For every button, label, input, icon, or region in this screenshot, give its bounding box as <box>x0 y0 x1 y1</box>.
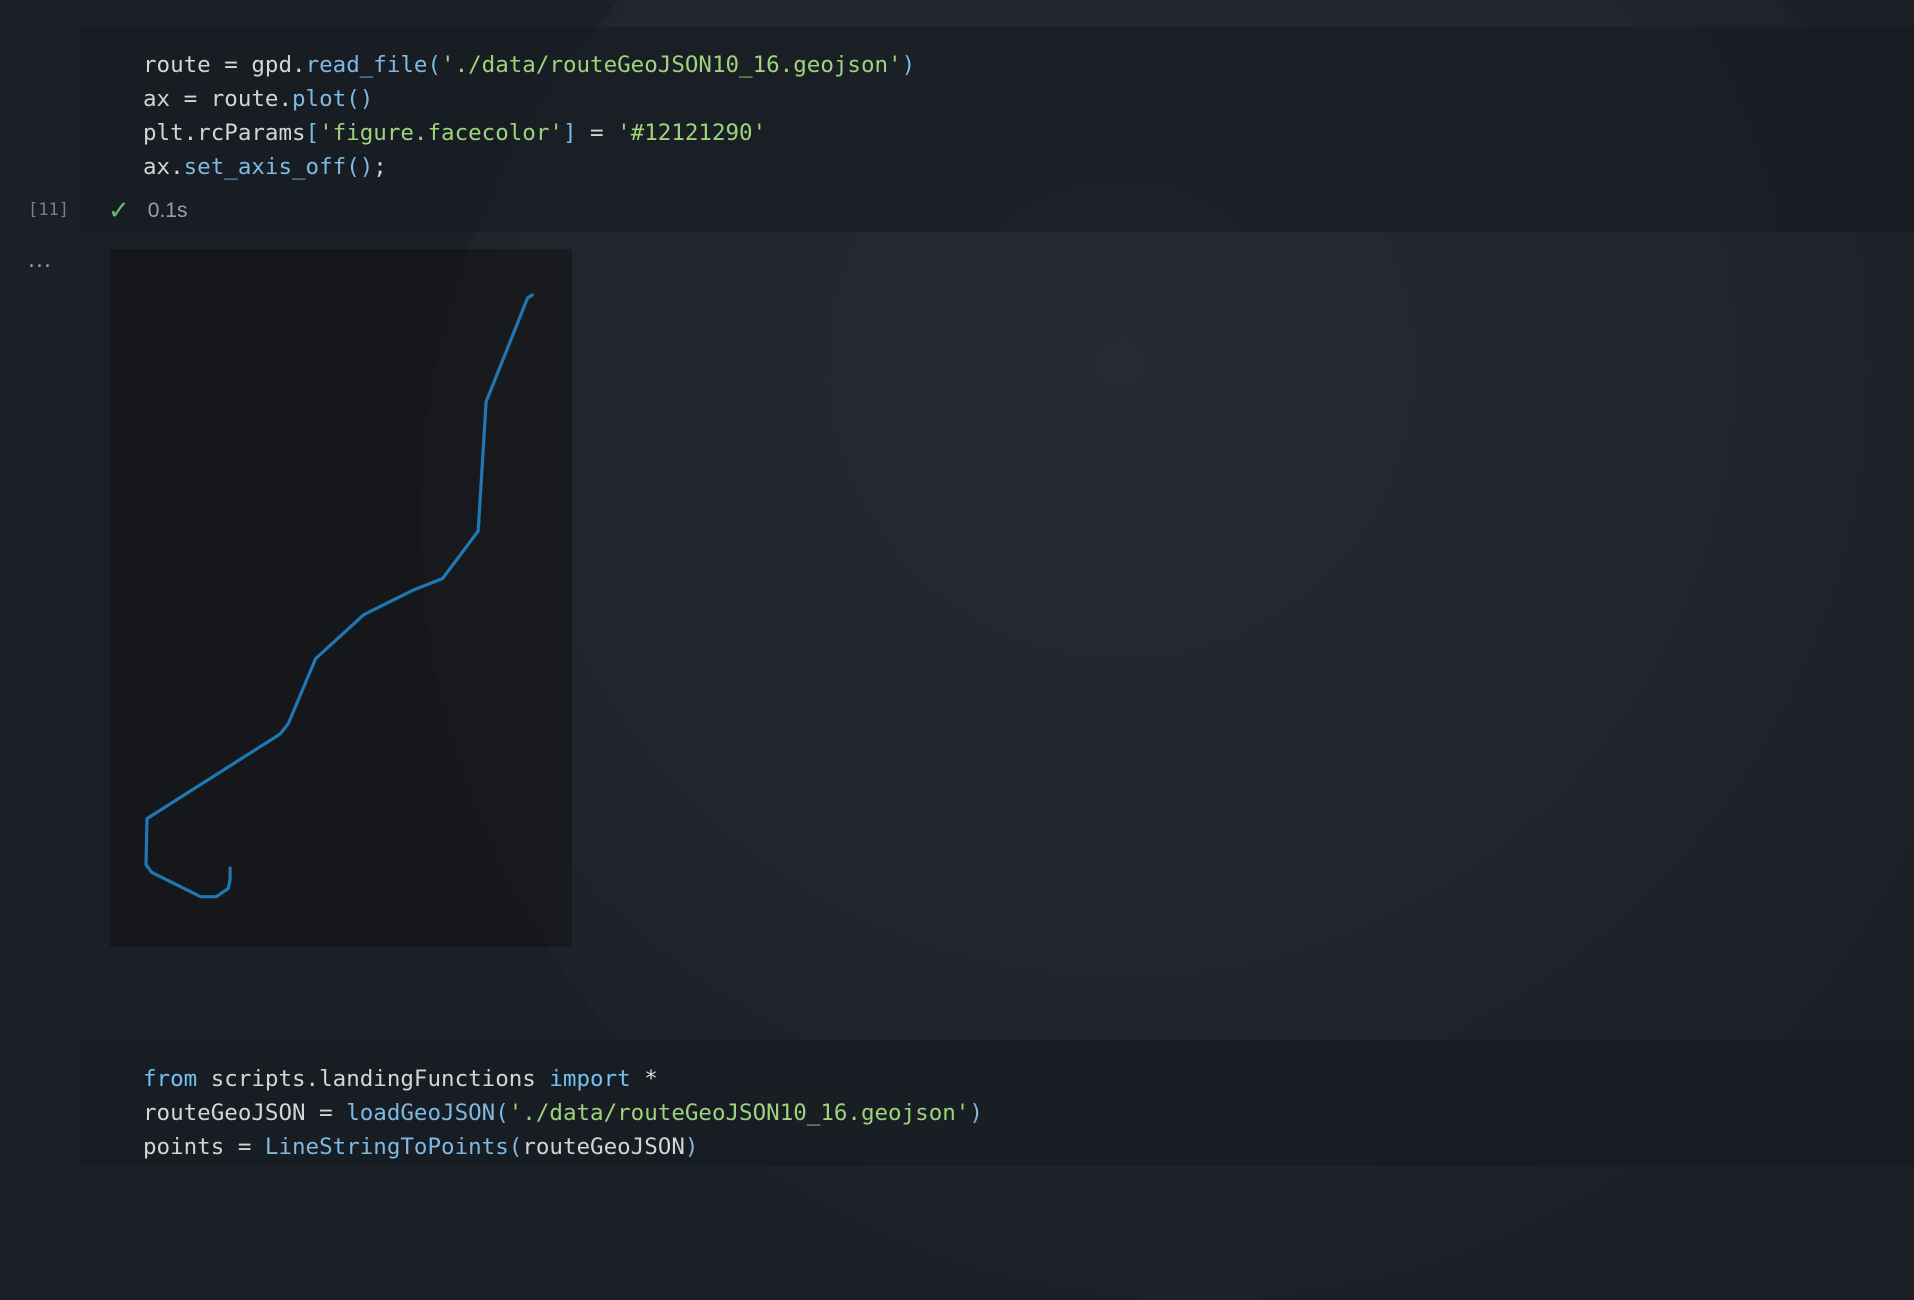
code-token: ( <box>427 52 442 78</box>
code-editor-1[interactable]: route = gpd.read_file('./data/routeGeoJS… <box>143 48 915 184</box>
code-token: scripts.landingFunctions <box>197 1066 550 1092</box>
code-cell-1[interactable]: route = gpd.read_file('./data/routeGeoJS… <box>80 27 1914 232</box>
code-token: points = <box>143 1134 265 1160</box>
code-token: set_axis_off <box>183 154 347 180</box>
code-token: ) <box>684 1134 699 1160</box>
route-line <box>144 293 534 899</box>
code-line: plt.rcParams['figure.facecolor'] = '#121… <box>143 116 915 150</box>
code-token: 'figure.facecolor' <box>319 120 563 146</box>
code-token: ) <box>969 1100 983 1126</box>
code-token: LineStringToPoints( <box>264 1134 523 1160</box>
code-token: './data/routeGeoJSON10_16.geojson' <box>441 52 902 78</box>
route-plot <box>144 293 534 899</box>
code-token: read_file <box>305 52 428 78</box>
execution-duration: 0.1s <box>147 199 188 222</box>
code-token: '#12121290' <box>617 120 767 146</box>
code-line: routeGeoJSON = loadGeoJSON('./data/route… <box>143 1096 983 1130</box>
code-line: route = gpd.read_file('./data/routeGeoJS… <box>143 48 915 82</box>
code-token: = <box>576 120 618 146</box>
code-token: import <box>549 1066 631 1092</box>
code-token: routeGeoJSON = <box>143 1100 347 1126</box>
code-token: route = gpd. <box>143 52 306 78</box>
code-token: './data/routeGeoJSON10_16.geojson' <box>508 1100 970 1126</box>
plot-output <box>110 249 572 947</box>
code-token: ax = route. <box>143 86 293 112</box>
code-token: () <box>346 154 374 180</box>
execution-count: [11] <box>28 200 69 220</box>
code-token: plot <box>292 86 347 112</box>
code-line: points = LineStringToPoints(routeGeoJSON… <box>143 1130 983 1164</box>
code-editor-2[interactable]: from scripts.landingFunctions import * ro… <box>143 1062 983 1164</box>
code-line: from scripts.landingFunctions import * <box>143 1062 983 1096</box>
code-token: ] <box>562 120 577 146</box>
code-line: ax = route.plot() <box>143 82 915 116</box>
code-token: from <box>143 1066 198 1092</box>
code-token: () <box>346 86 374 112</box>
code-token: ax. <box>143 154 184 180</box>
code-token: * <box>630 1066 658 1092</box>
code-cell-2[interactable]: from scripts.landingFunctions import * ro… <box>80 1040 1914 1166</box>
output-actions-button[interactable]: ... <box>28 248 52 273</box>
code-token: plt.rcParams <box>143 120 306 146</box>
code-token: routeGeoJSON <box>522 1134 685 1160</box>
code-line: ax.set_axis_off(); <box>143 150 915 184</box>
code-token: ) <box>901 52 916 78</box>
cell-status: ✓ 0.1s <box>108 196 188 226</box>
code-token: loadGeoJSON( <box>346 1100 509 1126</box>
code-token: ; <box>373 154 387 180</box>
code-token: [ <box>305 120 320 146</box>
check-icon: ✓ <box>108 196 130 226</box>
